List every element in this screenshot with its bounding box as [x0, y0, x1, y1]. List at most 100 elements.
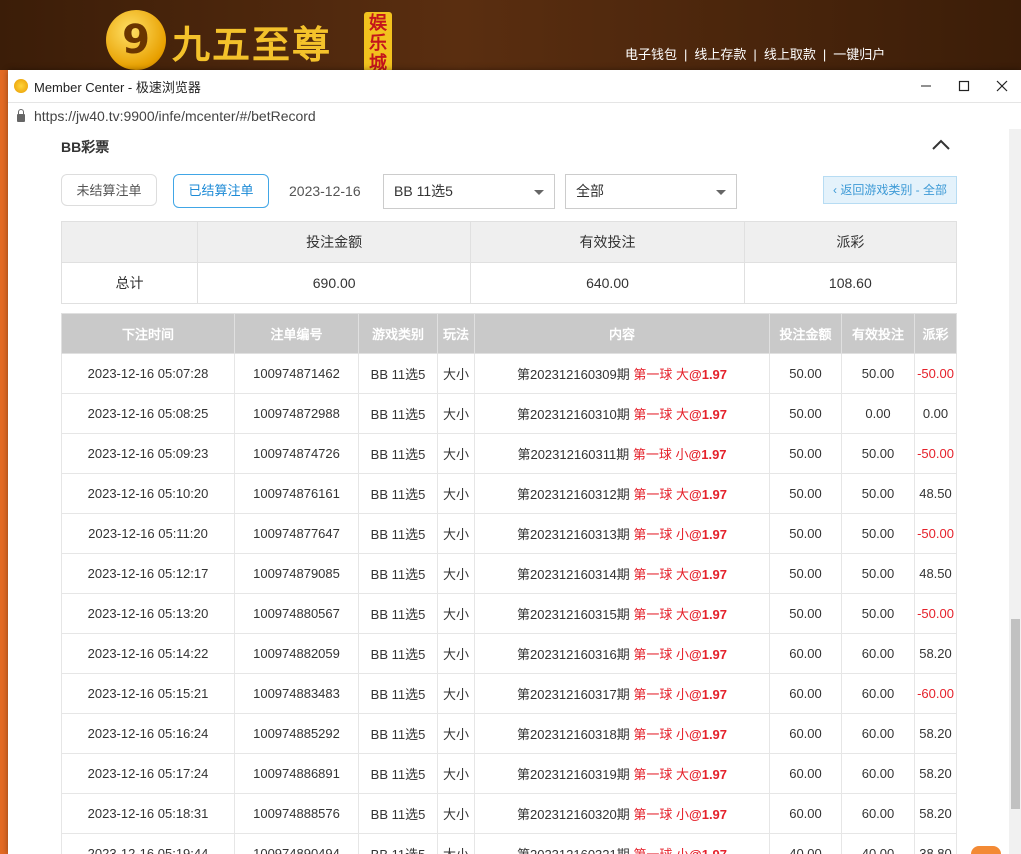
- game-select-value: BB 11选5: [394, 183, 453, 199]
- bet-period: 第202312160318期: [516, 727, 630, 742]
- type-select[interactable]: 全部: [565, 174, 737, 209]
- summary-header: 投注金额: [196, 221, 472, 263]
- chevron-up-icon[interactable]: [930, 137, 952, 153]
- caret-down-icon: [534, 190, 544, 195]
- unsettled-bets-button[interactable]: 未结算注单: [61, 174, 157, 206]
- back-to-category-button[interactable]: ‹ 返回游戏类别 - 全部: [823, 176, 957, 204]
- bet-content: 第202312160314期 第一球 大@1.97: [474, 553, 770, 594]
- payout: -50.00: [914, 593, 957, 634]
- bet-pick: 大: [676, 607, 690, 622]
- play-type: 大小: [437, 753, 475, 794]
- valid-bet: 50.00: [841, 353, 915, 394]
- address-bar[interactable]: https://jw40.tv:9900/infe/mcenter/#/betR…: [8, 103, 1021, 130]
- bet-time: 2023-12-16 05:16:24: [61, 713, 235, 754]
- chat-widget-icon[interactable]: [971, 846, 1001, 854]
- play-type: 大小: [437, 553, 475, 594]
- payout: 58.20: [914, 633, 957, 674]
- game-type: BB 11选5: [358, 793, 438, 834]
- game-select[interactable]: BB 11选5: [383, 174, 555, 209]
- table-row: 2023-12-16 05:18:31 100974888576 BB 11选5 大小…: [61, 793, 957, 834]
- column-header: 注单编号: [234, 313, 359, 354]
- nav-withdraw[interactable]: 线上取款: [764, 47, 816, 62]
- table-row: 2023-12-16 05:13:20 100974880567 BB 11选5 大小…: [61, 593, 957, 634]
- payout: -60.00: [914, 673, 957, 714]
- close-button[interactable]: [983, 70, 1021, 102]
- bet-odds: @1.97: [689, 407, 728, 422]
- bet-amount: 50.00: [769, 473, 842, 514]
- bet-period: 第202312160317期: [516, 687, 630, 702]
- bet-period: 第202312160309期: [516, 367, 630, 382]
- bet-odds: @1.97: [689, 527, 728, 542]
- minimize-button[interactable]: [907, 70, 945, 102]
- bet-period: 第202312160315期: [516, 607, 630, 622]
- table-row: 2023-12-16 05:17:24 100974886891 BB 11选5 大小…: [61, 753, 957, 794]
- bet-id: 100974883483: [234, 673, 359, 714]
- play-type: 大小: [437, 633, 475, 674]
- table-row: 2023-12-16 05:11:20 100974877647 BB 11选5 大小…: [61, 513, 957, 554]
- bet-ball: 第一球: [633, 527, 673, 542]
- payout: 58.20: [914, 713, 957, 754]
- play-type: 大小: [437, 793, 475, 834]
- bet-content: 第202312160318期 第一球 小@1.97: [474, 713, 770, 754]
- bet-pick: 大: [676, 767, 690, 782]
- bet-amount: 50.00: [769, 553, 842, 594]
- summary-table: 投注金额 有效投注 派彩 总计 690.00 640.00 108.60: [61, 221, 958, 304]
- nav-wallet[interactable]: 电子钱包: [625, 47, 677, 62]
- bet-time: 2023-12-16 05:15:21: [61, 673, 235, 714]
- bet-ball: 第一球: [633, 607, 673, 622]
- page-scrollbar[interactable]: [1009, 129, 1021, 854]
- bet-odds: @1.97: [689, 647, 728, 662]
- nav-consolidate[interactable]: 一键归户: [833, 47, 885, 62]
- bet-time: 2023-12-16 05:12:17: [61, 553, 235, 594]
- bet-period: 第202312160319期: [516, 767, 630, 782]
- bet-odds: @1.97: [689, 847, 727, 854]
- window-title: Member Center - 极速浏览器: [34, 79, 201, 95]
- valid-bet: 0.00: [841, 393, 915, 434]
- game-type: BB 11选5: [358, 673, 438, 714]
- valid-bet: 50.00: [841, 553, 915, 594]
- valid-bet: 50.00: [841, 513, 915, 554]
- payout: 58.20: [914, 793, 957, 834]
- settled-bets-button[interactable]: 已结算注单: [173, 174, 269, 208]
- maximize-button[interactable]: [945, 70, 983, 102]
- bet-period: 第202312160320期: [516, 807, 630, 822]
- bet-pick: 小: [676, 687, 690, 702]
- table-row: 2023-12-16 05:12:17 100974879085 BB 11选5 大小…: [61, 553, 957, 594]
- browser-window: Member Center - 极速浏览器 https://jw40.tv:99…: [8, 70, 1021, 854]
- bet-amount: 50.00: [769, 393, 842, 434]
- bet-content: 第202312160316期 第一球 小@1.97: [474, 633, 770, 674]
- bet-ball: 第一球: [633, 407, 673, 422]
- bet-ball: 第一球: [633, 847, 672, 854]
- bet-time: 2023-12-16 05:19:44: [61, 833, 235, 854]
- bet-content: 第202312160312期 第一球 大@1.97: [474, 473, 770, 514]
- bet-ball: 第一球: [633, 767, 673, 782]
- play-type: 大小: [437, 353, 475, 394]
- bet-amount: 40.00: [769, 833, 842, 854]
- bet-period: 第202312160310期: [516, 407, 630, 422]
- play-type: 大小: [437, 513, 475, 554]
- url-text[interactable]: https://jw40.tv:9900/infe/mcenter/#/betR…: [34, 108, 316, 124]
- valid-bet: 60.00: [841, 673, 915, 714]
- bet-amount: 60.00: [769, 753, 842, 794]
- bet-pick: 小: [676, 847, 689, 854]
- column-header: 投注金额: [769, 313, 842, 354]
- play-type: 大小: [437, 713, 475, 754]
- scrollbar-thumb[interactable]: [1011, 619, 1020, 809]
- bet-amount: 50.00: [769, 433, 842, 474]
- bet-time: 2023-12-16 05:17:24: [61, 753, 235, 794]
- date-filter[interactable]: 2023-12-16: [289, 183, 361, 199]
- nav-deposit[interactable]: 线上存款: [694, 47, 746, 62]
- summary-header: 有效投注: [470, 221, 745, 263]
- bet-content: 第202312160321期 第一球 小@1.97: [474, 833, 770, 854]
- payout: 0.00: [914, 393, 957, 434]
- bet-ball: 第一球: [633, 687, 673, 702]
- caret-down-icon: [716, 190, 726, 195]
- game-type: BB 11选5: [358, 513, 438, 554]
- bet-id: 100974871462: [234, 353, 359, 394]
- bet-odds: @1.97: [689, 487, 728, 502]
- bet-id: 100974880567: [234, 593, 359, 634]
- bet-pick: 小: [676, 807, 690, 822]
- bet-pick: 大: [676, 567, 690, 582]
- bet-odds: @1.97: [689, 687, 728, 702]
- play-type: 大小: [437, 473, 475, 514]
